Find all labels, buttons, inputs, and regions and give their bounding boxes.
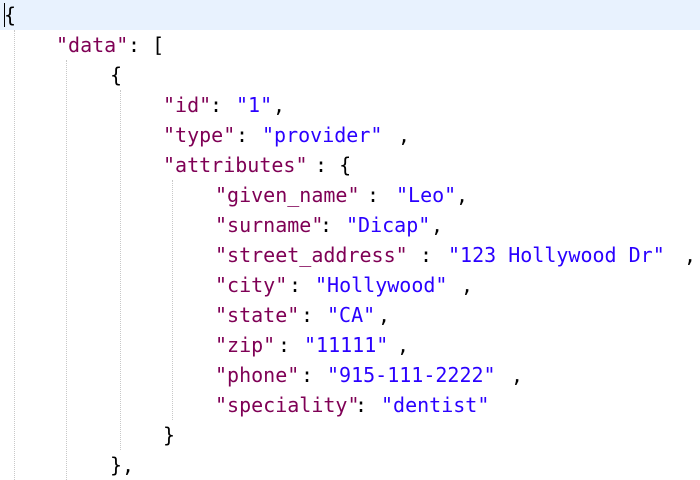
json-punctuation: : <box>236 123 261 147</box>
json-value: "provider" <box>262 123 383 147</box>
json-key: "street_address" <box>215 243 408 267</box>
json-key: "zip" <box>215 333 276 357</box>
code-line[interactable]: "speciality" : "dentist" <box>0 390 700 420</box>
brace-open: { <box>4 3 17 27</box>
code-line[interactable]: { <box>0 60 700 90</box>
brace-open: { <box>110 63 123 87</box>
json-key: "type" <box>163 123 236 147</box>
brace-close: }, <box>110 453 135 477</box>
json-key: "state" <box>215 303 300 327</box>
json-punctuation: : <box>210 93 235 117</box>
code-line[interactable]: "surname" : "Dicap" , <box>0 210 700 240</box>
json-punctuation: : <box>367 183 392 207</box>
json-punctuation: , <box>456 183 469 207</box>
code-editor[interactable]: { "data" : [ { "id" : "1" , "type" : "pr… <box>0 0 700 480</box>
json-punctuation: : { <box>315 153 352 177</box>
code-line[interactable]: }, <box>0 450 700 480</box>
code-line[interactable]: { <box>0 0 700 30</box>
json-punctuation: , <box>398 123 411 147</box>
json-punctuation: : <box>355 393 380 417</box>
json-punctuation: : [ <box>128 33 165 57</box>
json-punctuation: , <box>684 243 697 267</box>
code-line[interactable]: "data" : [ <box>0 30 700 60</box>
json-punctuation: , <box>511 363 524 387</box>
json-value: "Hollywood" <box>315 273 448 297</box>
json-value: "11111" <box>304 333 389 357</box>
json-value: "123 Hollywood Dr" <box>448 243 665 267</box>
json-key: "phone" <box>215 363 300 387</box>
json-key: "attributes" <box>163 153 308 177</box>
json-punctuation: : <box>301 363 326 387</box>
json-value: "915-111-2222" <box>327 363 496 387</box>
json-key: "surname" <box>215 213 324 237</box>
code-line[interactable]: "phone" : "915-111-2222" , <box>0 360 700 390</box>
code-line[interactable]: "given_name" : "Leo" , <box>0 180 700 210</box>
json-punctuation: : <box>278 333 303 357</box>
json-value: "dentist" <box>381 393 490 417</box>
json-value: "Leo" <box>396 183 457 207</box>
json-key: "id" <box>163 93 212 117</box>
json-key: "given_name" <box>215 183 360 207</box>
json-punctuation: : <box>301 303 326 327</box>
json-punctuation: : <box>420 243 445 267</box>
json-punctuation: , <box>273 93 286 117</box>
code-line[interactable]: "zip" : "11111" , <box>0 330 700 360</box>
json-key: "city" <box>215 273 288 297</box>
code-line[interactable]: "street_address" : "123 Hollywood Dr" , <box>0 240 700 270</box>
code-line[interactable]: "attributes" : { <box>0 150 700 180</box>
json-punctuation: : <box>289 273 314 297</box>
json-value: "CA" <box>327 303 376 327</box>
code-line[interactable]: "city" : "Hollywood" , <box>0 270 700 300</box>
code-line[interactable]: "state" : "CA" , <box>0 300 700 330</box>
brace-close: } <box>163 423 176 447</box>
code-line[interactable]: } <box>0 420 700 450</box>
json-punctuation: , <box>397 333 410 357</box>
json-punctuation: , <box>461 273 474 297</box>
json-key: "speciality" <box>215 393 360 417</box>
json-punctuation: , <box>378 303 391 327</box>
json-key: "data" <box>56 33 129 57</box>
code-line[interactable]: "type" : "provider" , <box>0 120 700 150</box>
json-value: "Dicap" <box>346 213 431 237</box>
json-value: "1" <box>236 93 273 117</box>
json-punctuation: : <box>320 213 345 237</box>
code-line[interactable]: "id" : "1" , <box>0 90 700 120</box>
text-caret <box>4 3 5 27</box>
json-punctuation: , <box>431 213 444 237</box>
